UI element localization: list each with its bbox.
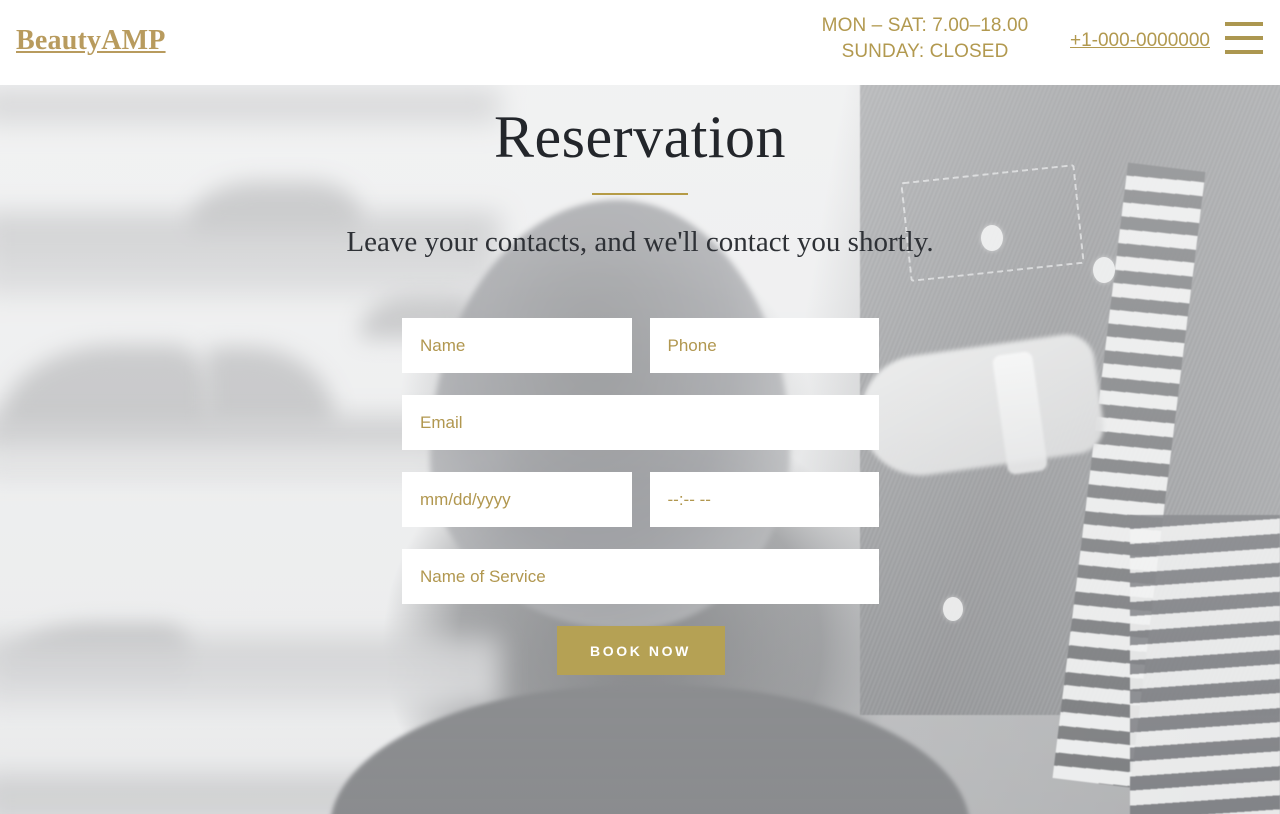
title-divider [592,193,688,195]
site-logo[interactable]: BeautyAMP [16,24,166,58]
page-title: Reservation [493,104,787,170]
name-input[interactable] [402,318,632,373]
form-row-date-time [402,472,879,527]
reservation-form: BOOK NOW [402,318,879,675]
form-row-service [402,549,879,604]
hero-section: Reservation Leave your contacts, and we'… [0,85,1280,814]
business-hours-weekdays: MON – SAT: 7.00–18.00 [821,15,1029,36]
hamburger-bar-2 [1225,36,1263,40]
business-hours-sunday: SUNDAY: CLOSED [841,41,1009,62]
form-row-email [402,395,879,450]
site-header: BeautyAMP MON – SAT: 7.00–18.00 SUNDAY: … [0,0,1280,85]
time-input[interactable] [649,472,879,527]
submit-row: BOOK NOW [402,626,879,675]
phone-input[interactable] [649,318,879,373]
business-hours: MON – SAT: 7.00–18.00 SUNDAY: CLOSED [760,13,1090,65]
hamburger-bar-3 [1225,50,1263,54]
service-input[interactable] [402,549,879,604]
email-input[interactable] [402,395,879,450]
hamburger-menu-icon[interactable] [1225,22,1265,54]
page-subtitle: Leave your contacts, and we'll contact y… [346,226,934,258]
hamburger-bar-1 [1225,22,1263,26]
form-row-name-phone [402,318,879,373]
date-input[interactable] [402,472,632,527]
book-now-button[interactable]: BOOK NOW [556,626,725,675]
hero-content: Reservation Leave your contacts, and we'… [0,85,1280,814]
phone-link[interactable]: +1-000-0000000 [1060,28,1220,54]
